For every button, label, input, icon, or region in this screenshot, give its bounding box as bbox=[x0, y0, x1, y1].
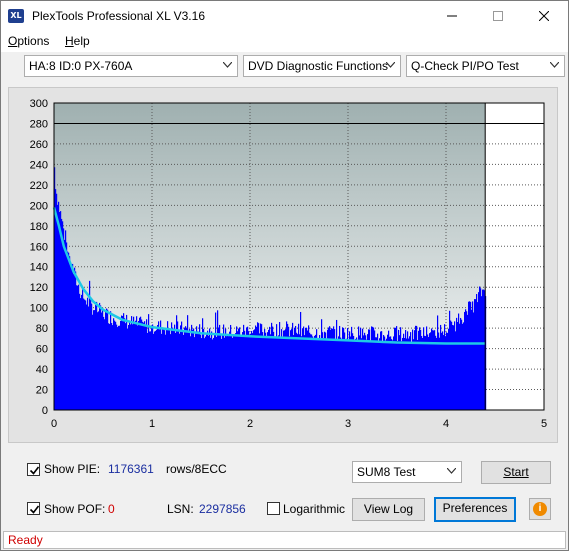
plot-area-unused bbox=[485, 103, 544, 410]
pie-chart: 0204060801001201401601802002202402602803… bbox=[30, 98, 547, 430]
info-button[interactable]: i bbox=[529, 498, 551, 520]
y-tick-label: 220 bbox=[30, 180, 48, 192]
y-tick-label: 180 bbox=[30, 221, 48, 233]
x-axis-ticks: 0 1 2 3 4 5 bbox=[51, 418, 547, 430]
x-tick-label: 3 bbox=[345, 418, 351, 430]
chevron-down-icon bbox=[447, 468, 456, 474]
x-tick-label: 1 bbox=[149, 418, 155, 430]
control-panel: Show PIE: 1176361 rows/8ECC SUM8 Test St… bbox=[8, 452, 558, 527]
start-button-label: Start bbox=[503, 465, 529, 479]
y-tick-label: 200 bbox=[30, 200, 48, 212]
menu-help[interactable]: Help bbox=[65, 34, 90, 48]
logarithmic-checkbox[interactable] bbox=[267, 502, 280, 515]
menu-options-label: ptions bbox=[17, 34, 50, 48]
y-tick-label: 20 bbox=[36, 385, 48, 397]
lsn-value: 2297856 bbox=[199, 502, 246, 516]
y-tick-label: 260 bbox=[30, 139, 48, 151]
app-window: XL PlexTools Professional XL V3.16 Optio… bbox=[0, 0, 569, 551]
y-tick-label: 60 bbox=[36, 344, 48, 356]
y-tick-label: 0 bbox=[42, 405, 48, 417]
menu-options-mnemonic: O bbox=[8, 34, 18, 48]
show-pie-checkbox[interactable] bbox=[27, 463, 40, 476]
show-pof-label[interactable]: Show POF: bbox=[44, 502, 105, 516]
chevron-down-icon bbox=[550, 62, 559, 68]
checkmark-icon bbox=[29, 505, 40, 514]
checkmark-icon bbox=[29, 466, 40, 475]
menu-bar: Options Help bbox=[1, 31, 568, 52]
y-tick-label: 300 bbox=[30, 98, 48, 110]
title-bar[interactable]: XL PlexTools Professional XL V3.16 bbox=[1, 1, 568, 31]
start-button[interactable]: Start bbox=[481, 461, 551, 484]
sum-test-select[interactable]: SUM8 Test bbox=[352, 461, 462, 483]
status-text: Ready bbox=[8, 533, 43, 547]
y-tick-label: 100 bbox=[30, 303, 48, 315]
preferences-button[interactable]: Preferences bbox=[434, 497, 516, 522]
x-tick-label: 2 bbox=[247, 418, 253, 430]
lsn-label: LSN: bbox=[167, 502, 194, 516]
pie-unit: rows/8ECC bbox=[166, 462, 227, 476]
y-axis-ticks: 0 20 40 60 80 100 120 140 160 180 200 220 240 260 280 3… bbox=[30, 98, 48, 417]
menu-help-label: elp bbox=[73, 34, 90, 48]
chart-panel: 0 20 40 60 80 100 120 140 160 180 200 220 240 260 280 3… bbox=[8, 87, 558, 443]
close-button[interactable] bbox=[521, 1, 567, 31]
maximize-icon bbox=[493, 11, 503, 21]
y-tick-label: 140 bbox=[30, 262, 48, 274]
test-select[interactable]: Q-Check PI/PO Test bbox=[406, 55, 565, 77]
view-log-button[interactable]: View Log bbox=[352, 498, 425, 521]
drive-select[interactable]: HA:8 ID:0 PX-760A bbox=[24, 55, 238, 77]
x-tick-label: 0 bbox=[51, 418, 57, 430]
app-logo-icon: XL bbox=[8, 9, 24, 23]
minimize-button[interactable] bbox=[429, 1, 475, 31]
sum-test-value: SUM8 Test bbox=[357, 465, 416, 479]
menu-help-mnemonic: H bbox=[65, 34, 74, 48]
info-icon: i bbox=[533, 502, 547, 516]
y-tick-label: 80 bbox=[36, 323, 48, 335]
view-log-label: View Log bbox=[363, 502, 414, 516]
preferences-label: Preferences bbox=[442, 501, 508, 515]
drive-select-value: HA:8 ID:0 PX-760A bbox=[29, 59, 133, 73]
chevron-down-icon bbox=[223, 62, 232, 68]
x-tick-label: 4 bbox=[443, 418, 449, 430]
function-select-value: DVD Diagnostic Functions bbox=[248, 59, 389, 73]
pie-count: 1176361 bbox=[108, 462, 154, 476]
test-select-value: Q-Check PI/PO Test bbox=[411, 59, 519, 73]
y-tick-label: 120 bbox=[30, 282, 48, 294]
show-pof-checkbox[interactable] bbox=[27, 502, 40, 515]
function-select[interactable]: DVD Diagnostic Functions bbox=[243, 55, 401, 77]
pof-count: 0 bbox=[108, 502, 115, 516]
maximize-button[interactable] bbox=[475, 1, 521, 31]
x-tick-label: 5 bbox=[541, 418, 547, 430]
close-icon bbox=[539, 11, 549, 21]
status-bar: Ready bbox=[3, 531, 566, 549]
show-pie-label[interactable]: Show PIE: bbox=[44, 462, 100, 476]
toolbar: HA:8 ID:0 PX-760A DVD Diagnostic Functio… bbox=[1, 52, 568, 82]
y-tick-label: 40 bbox=[36, 364, 48, 376]
y-tick-label: 280 bbox=[30, 118, 48, 130]
y-tick-label: 160 bbox=[30, 241, 48, 253]
window-title: PlexTools Professional XL V3.16 bbox=[32, 9, 205, 23]
y-tick-label: 240 bbox=[30, 159, 48, 171]
logarithmic-label[interactable]: Logarithmic bbox=[283, 502, 345, 516]
minimize-icon bbox=[447, 15, 457, 17]
menu-options[interactable]: Options bbox=[8, 34, 49, 48]
chevron-down-icon bbox=[386, 62, 395, 68]
